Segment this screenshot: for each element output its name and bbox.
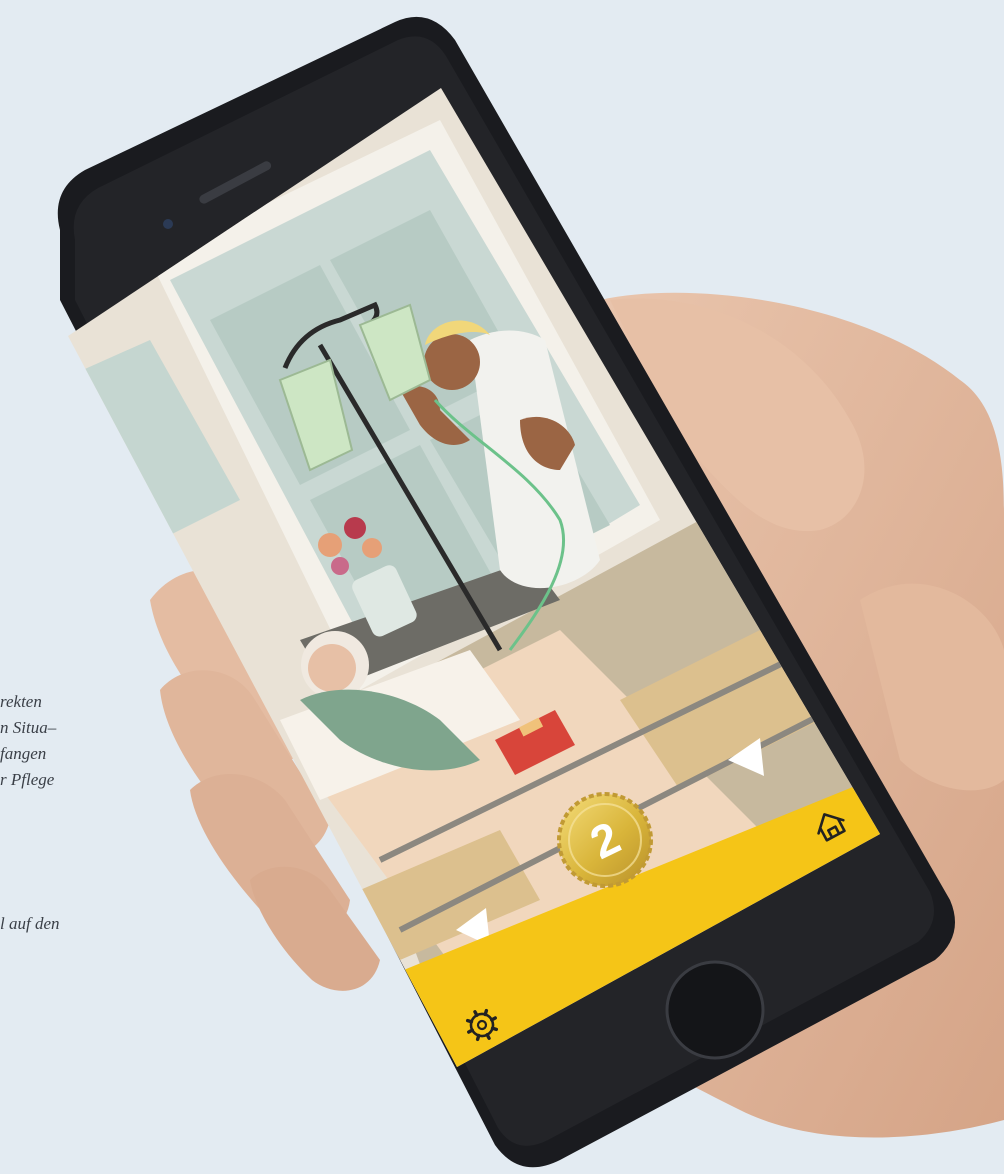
level-coin-badge[interactable]: 2 [557, 792, 653, 888]
home-hardware-button[interactable] [665, 960, 765, 1060]
front-camera [163, 219, 173, 229]
phone-in-hand-scene: 2 [57, 16, 1004, 1168]
